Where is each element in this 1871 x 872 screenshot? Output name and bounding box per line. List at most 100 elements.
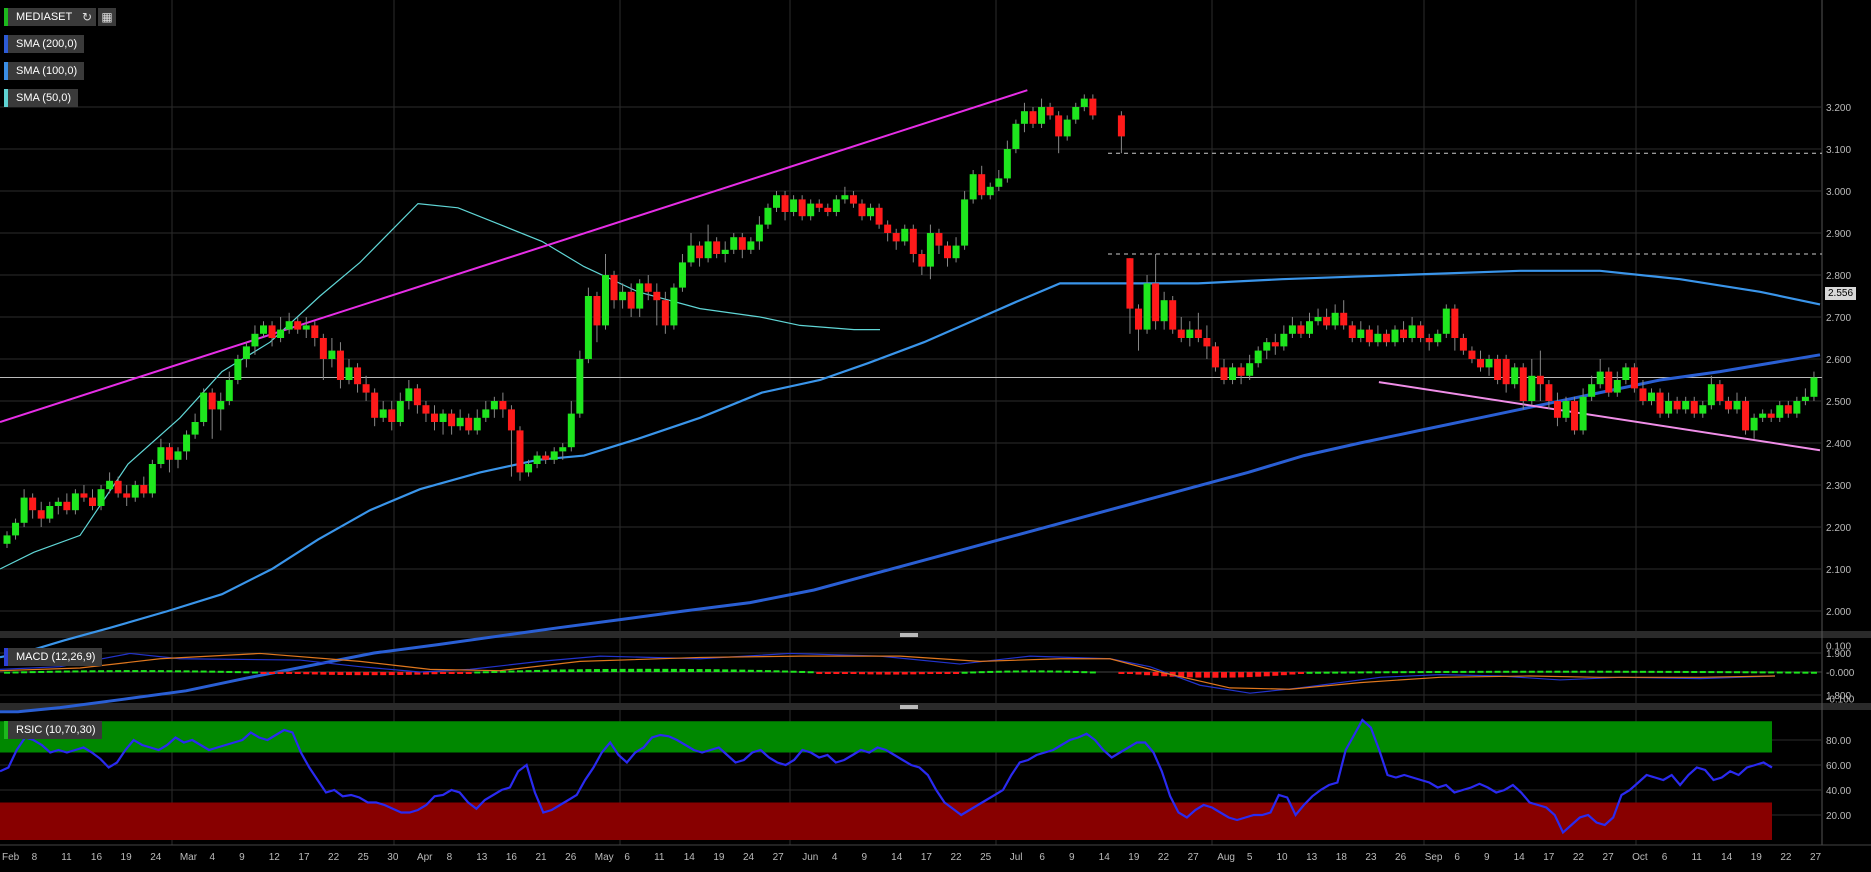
x-tick-label: 5 — [1247, 852, 1253, 863]
rsi-y-tick-label: 80.00 — [1826, 736, 1851, 747]
chart-canvas[interactable]: 3.200 3.100 3.000 2.900 2.800 2.700 2.600 2.500… — [0, 0, 1871, 872]
macd-histogram-bar — [1212, 672, 1219, 678]
rsi-legend[interactable]: RSIC (10,70,30) — [4, 721, 103, 739]
macd-histogram-bar — [46, 670, 53, 673]
macd-histogram-bar — [850, 672, 857, 674]
sma50-legend[interactable]: SMA (50,0) — [4, 89, 79, 107]
macd-histogram-bar — [1021, 670, 1028, 673]
macd-histogram-bar — [739, 669, 746, 672]
x-tick-label: 24 — [150, 852, 162, 863]
instrument-name: MEDIASET — [16, 11, 73, 23]
candle-down — [1365, 329, 1373, 343]
candle-up — [439, 413, 447, 422]
candle-up — [285, 321, 293, 330]
x-tick-label: 6 — [624, 852, 630, 863]
candle-down — [319, 338, 327, 359]
x-tick-label: 4 — [832, 852, 838, 863]
candle-down — [1784, 405, 1792, 414]
candle-up — [576, 359, 584, 414]
macd-histogram-bar — [1528, 670, 1535, 673]
candle-down — [140, 485, 148, 494]
candle-down — [89, 497, 96, 506]
macd-legend[interactable]: MACD (12,26,9) — [4, 648, 103, 666]
macd-histogram-bar — [1349, 671, 1356, 674]
macd-histogram-bar — [824, 672, 831, 674]
candle-up — [54, 501, 62, 506]
x-tick-label: 17 — [921, 852, 933, 863]
refresh-icon[interactable]: ↻ — [78, 8, 96, 26]
candle-up — [807, 203, 815, 217]
macd-histogram-bar — [782, 670, 789, 673]
candle-up — [1579, 396, 1587, 431]
macd-histogram-bar — [559, 669, 566, 672]
candle-up — [704, 241, 712, 259]
macd-histogram-bar — [910, 672, 917, 675]
macd-histogram-bar — [1648, 670, 1655, 673]
macd-histogram-bar — [115, 670, 122, 673]
x-tick-label: 6 — [1662, 852, 1668, 863]
candle-down — [1553, 401, 1561, 418]
x-tick-label: 25 — [358, 852, 370, 863]
instrument-label[interactable]: MEDIASET — [4, 8, 80, 26]
candle-down — [1571, 401, 1579, 431]
candle-up — [1622, 367, 1630, 380]
candle-up — [1511, 367, 1519, 385]
candle-down — [696, 245, 704, 259]
macd-histogram-bar — [1238, 672, 1245, 678]
y-tick-label: 3.100 — [1826, 145, 1851, 156]
macd-histogram-bar — [1152, 672, 1159, 676]
x-tick-label: 19 — [1751, 852, 1763, 863]
candle-down — [1117, 115, 1125, 137]
x-tick-label: Apr — [417, 852, 433, 863]
candle-up — [97, 489, 105, 506]
macd-histogram-bar — [636, 668, 643, 672]
macd-histogram-bar — [747, 669, 754, 672]
macd-histogram-bar — [38, 670, 45, 673]
candle-up — [1246, 363, 1254, 376]
candle-up — [687, 245, 695, 263]
macd-histogram-bar — [1785, 671, 1792, 674]
candle-up — [379, 409, 387, 418]
macd-histogram-bar — [1554, 670, 1561, 673]
macd-histogram-bar — [328, 672, 335, 675]
macd-histogram-bar — [380, 672, 387, 676]
candle-down — [1451, 308, 1459, 338]
candle-up — [1080, 98, 1088, 107]
macd-histogram-bar — [1400, 671, 1407, 674]
candle-up — [1186, 329, 1194, 338]
macd-histogram-bar — [1323, 671, 1330, 674]
candle-up — [174, 451, 182, 460]
x-tick-label: 13 — [476, 852, 488, 863]
macd-histogram-bar — [440, 672, 447, 674]
candle-down — [413, 388, 421, 406]
candle-up — [1263, 342, 1271, 351]
macd-histogram-bar — [602, 668, 609, 672]
x-tick-label: Aug — [1217, 852, 1235, 863]
candle-up — [1229, 367, 1237, 380]
candle-down — [431, 413, 438, 422]
macd-histogram-bar — [953, 672, 960, 674]
sma200-legend[interactable]: SMA (200,0) — [4, 35, 85, 53]
macd-histogram-bar — [311, 672, 318, 675]
candle-down — [1297, 325, 1305, 334]
y-tick-label: 3.200 — [1826, 103, 1851, 114]
candle-down — [1425, 338, 1433, 343]
macd-histogram-bar — [576, 669, 583, 672]
candle-down — [1237, 367, 1245, 376]
macd-histogram-bar — [918, 672, 925, 675]
macd-histogram-bar — [371, 672, 378, 676]
macd-histogram-bar — [1682, 670, 1689, 673]
chart-settings-icon[interactable]: ▦ — [98, 8, 116, 26]
sma100-legend[interactable]: SMA (100,0) — [4, 62, 85, 80]
macd-histogram-bar — [457, 672, 464, 674]
x-tick-label: 8 — [447, 852, 453, 863]
macd-histogram-bar — [1246, 672, 1253, 678]
macd-histogram-bar — [63, 670, 70, 673]
macd-histogram-bar — [1289, 672, 1296, 675]
candle-up — [12, 522, 20, 536]
candle-up — [482, 409, 490, 418]
candle-down — [268, 325, 276, 338]
rsi-y-tick-label: 20.00 — [1826, 811, 1851, 822]
macd-histogram-bar — [1494, 670, 1501, 673]
x-tick-label: 17 — [1543, 852, 1555, 863]
